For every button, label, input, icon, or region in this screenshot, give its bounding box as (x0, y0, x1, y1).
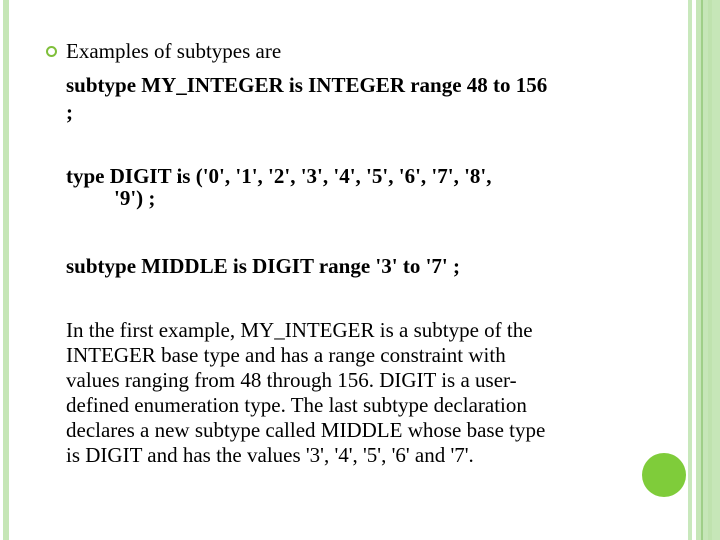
right-stripe (708, 0, 712, 540)
bullet-icon (46, 46, 57, 57)
code-line: type DIGIT is ('0', '1', '2', '3', '4', … (66, 164, 492, 188)
paragraph-line: values ranging from 48 through 156. DIGI… (66, 368, 517, 392)
code-line: subtype MY_INTEGER is INTEGER range 48 t… (66, 73, 548, 97)
code-line: subtype MIDDLE is DIGIT range '3' to '7'… (66, 254, 460, 278)
right-stripe (688, 0, 692, 540)
paragraph-line: is DIGIT and has the values '3', '4', '5… (66, 443, 474, 467)
paragraph-line: INTEGER base type and has a range constr… (66, 343, 506, 367)
code-line: ; (66, 100, 73, 124)
right-stripe-line (701, 0, 703, 540)
paragraph-line: In the first example, MY_INTEGER is a su… (66, 318, 533, 342)
intro-text: Examples of subtypes are (66, 39, 282, 63)
decorative-circle (642, 453, 686, 497)
paragraph-line: defined enumeration type. The last subty… (66, 393, 527, 417)
paragraph-line: declares a new subtype called MIDDLE who… (66, 418, 546, 442)
left-border-stripe (3, 0, 9, 540)
code-line: '9') ; (114, 186, 156, 210)
